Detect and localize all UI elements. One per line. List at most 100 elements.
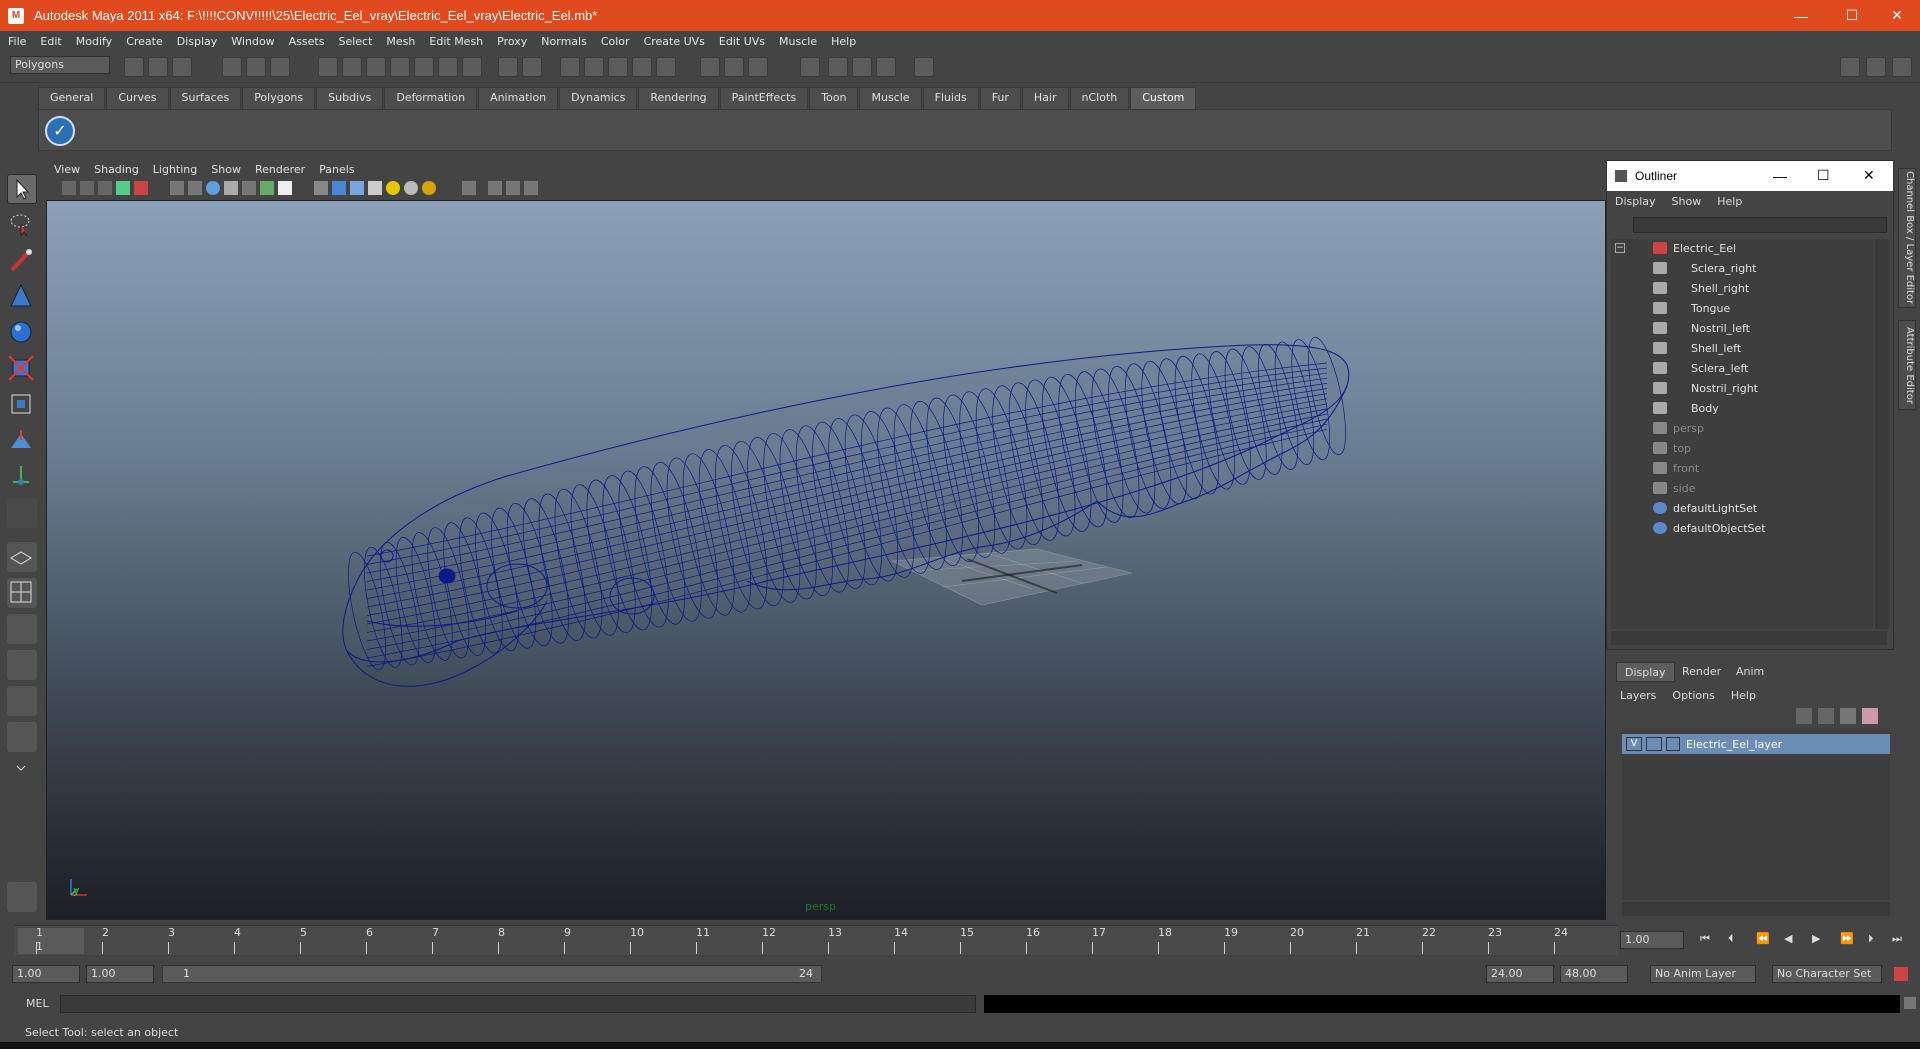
layer-tab-anim[interactable]: Anim bbox=[1728, 662, 1772, 682]
outliner-item[interactable]: side bbox=[1653, 479, 1696, 497]
outliner-item[interactable]: persp bbox=[1653, 419, 1704, 437]
lasso-tool-icon[interactable] bbox=[7, 210, 37, 240]
rotate-tool-icon[interactable] bbox=[7, 318, 37, 348]
shelf-tab-toon[interactable]: Toon bbox=[809, 87, 859, 109]
time-slider[interactable]: 1 1 2 3 4 5 6 7 8 9 10 11 12 13 14 15 16 17 18 19 20 21 22 23 2… bbox=[14, 925, 1618, 955]
safe-action-icon[interactable] bbox=[260, 181, 274, 195]
hypershade-icon[interactable] bbox=[800, 57, 820, 77]
step-forward-frame-icon[interactable]: ⏵ bbox=[1868, 932, 1874, 946]
new-layer-icon[interactable] bbox=[1796, 708, 1812, 724]
camera-select-icon[interactable] bbox=[62, 181, 76, 195]
layer-stack-icon[interactable] bbox=[1818, 708, 1834, 724]
select-tool-icon[interactable] bbox=[7, 174, 37, 204]
shelf-tab-hair[interactable]: Hair bbox=[1021, 87, 1069, 109]
step-back-key-icon[interactable]: ⏪ bbox=[1756, 932, 1770, 945]
menu-modify[interactable]: Modify bbox=[76, 35, 112, 48]
new-scene-icon[interactable] bbox=[124, 57, 144, 77]
menu-set-dropdown[interactable]: Polygons bbox=[10, 56, 110, 74]
outliner-item[interactable]: front bbox=[1653, 459, 1699, 477]
select-highlight-icon[interactable] bbox=[522, 57, 542, 77]
shelf-tab-fluids[interactable]: Fluids bbox=[922, 87, 979, 109]
layer-playback-toggle[interactable] bbox=[1646, 737, 1662, 751]
step-back-frame-icon[interactable]: ⏴ bbox=[1728, 932, 1734, 946]
playback-start-field[interactable]: 1.00 bbox=[86, 965, 154, 983]
four-view-layout-icon[interactable] bbox=[7, 578, 37, 608]
all-lights-icon[interactable] bbox=[404, 181, 418, 195]
outliner-menu-show[interactable]: Show bbox=[1672, 195, 1702, 208]
vp-menu-view[interactable]: View bbox=[54, 163, 80, 176]
menu-edit-mesh[interactable]: Edit Mesh bbox=[429, 35, 483, 48]
outliner-item[interactable]: Sclera_left bbox=[1653, 359, 1748, 377]
go-to-end-icon[interactable]: ⏭ bbox=[1892, 932, 1902, 946]
default-lighting-icon[interactable] bbox=[386, 181, 400, 195]
vp-menu-show[interactable]: Show bbox=[211, 163, 241, 176]
select-hierarchy-icon[interactable] bbox=[222, 57, 242, 77]
persp-graph-layout-icon[interactable] bbox=[7, 650, 37, 680]
script-editor-icon[interactable] bbox=[1904, 997, 1916, 1009]
eel-wireframe-model[interactable] bbox=[47, 201, 1606, 920]
menu-assets[interactable]: Assets bbox=[289, 35, 325, 48]
outliner-item[interactable]: Electric_Eel bbox=[1653, 239, 1736, 257]
clapper-icon[interactable] bbox=[828, 57, 848, 77]
paint-select-tool-icon[interactable] bbox=[7, 246, 37, 276]
snap-curve-icon[interactable] bbox=[342, 57, 362, 77]
hypershade-layout-icon[interactable] bbox=[7, 686, 37, 716]
collapse-toggle-icon[interactable]: − bbox=[1615, 243, 1625, 253]
shelf-tab-fur[interactable]: Fur bbox=[979, 87, 1021, 109]
outliner-item[interactable]: defaultObjectSet bbox=[1653, 519, 1766, 537]
move-tool-icon[interactable] bbox=[7, 282, 37, 312]
menu-select[interactable]: Select bbox=[338, 35, 372, 48]
soft-mod-tool-icon[interactable] bbox=[7, 426, 37, 456]
outliner-perspective-layout-icon[interactable] bbox=[7, 614, 37, 644]
layout-chevron-icon[interactable] bbox=[7, 758, 37, 778]
step-forward-key-icon[interactable]: ⏩ bbox=[1840, 932, 1854, 945]
shelf-tab-polygons[interactable]: Polygons bbox=[242, 87, 316, 109]
universal-manipulator-icon[interactable] bbox=[7, 390, 37, 420]
single-perspective-layout-icon[interactable] bbox=[7, 542, 37, 572]
render-settings-icon[interactable] bbox=[748, 57, 768, 77]
playback-end-field[interactable]: 24.00 bbox=[1486, 965, 1554, 983]
construction-history-icon[interactable] bbox=[608, 57, 628, 77]
image-plane-icon[interactable] bbox=[116, 181, 130, 195]
shelf-tab-muscle[interactable]: Muscle bbox=[859, 87, 922, 109]
bookmark-icon[interactable] bbox=[98, 181, 112, 195]
outliner-close-button[interactable]: ✕ bbox=[1863, 167, 1875, 184]
wireframe-shading-icon[interactable] bbox=[314, 181, 328, 195]
field-chart-icon[interactable] bbox=[242, 181, 256, 195]
render-view-icon[interactable] bbox=[852, 57, 872, 77]
textured-icon[interactable] bbox=[368, 181, 382, 195]
shelf-side-controls[interactable] bbox=[10, 87, 36, 151]
outliner-item[interactable]: Tongue bbox=[1653, 299, 1730, 317]
outliner-horizontal-scrollbar[interactable] bbox=[1611, 631, 1887, 645]
lock-icon[interactable] bbox=[498, 57, 518, 77]
shelf-tab-custom[interactable]: Custom bbox=[1130, 87, 1197, 109]
resolution-gate-icon[interactable] bbox=[206, 181, 220, 195]
current-frame-marker[interactable] bbox=[18, 928, 84, 954]
graph-icon[interactable] bbox=[876, 57, 896, 77]
character-set-dropdown[interactable]: No Character Set bbox=[1772, 965, 1882, 983]
command-input[interactable] bbox=[60, 995, 976, 1013]
attribute-editor-toggle-icon[interactable] bbox=[1866, 57, 1886, 77]
layer-menu-options[interactable]: Options bbox=[1672, 689, 1714, 702]
outliner-item[interactable]: Shell_left bbox=[1653, 339, 1741, 357]
vp-menu-renderer[interactable]: Renderer bbox=[255, 163, 305, 176]
range-bar[interactable]: 1 24 bbox=[162, 965, 822, 983]
end-time-field[interactable]: 48.00 bbox=[1560, 965, 1628, 983]
go-to-start-icon[interactable]: ⏮ bbox=[1700, 932, 1710, 946]
2d-pan-zoom-icon[interactable] bbox=[134, 181, 148, 195]
outliner-maximize-button[interactable]: ☐ bbox=[1817, 167, 1830, 184]
menu-mesh[interactable]: Mesh bbox=[386, 35, 415, 48]
render-region-icon[interactable] bbox=[656, 57, 676, 77]
shelf-tab-dynamics[interactable]: Dynamics bbox=[559, 87, 638, 109]
save-scene-icon[interactable] bbox=[172, 57, 192, 77]
outliner-item[interactable]: defaultLightSet bbox=[1653, 499, 1757, 517]
render-current-icon[interactable] bbox=[700, 57, 720, 77]
shelf-tab-ncloth[interactable]: nCloth bbox=[1069, 87, 1130, 109]
layer-menu-help[interactable]: Help bbox=[1731, 689, 1756, 702]
shelf-tab-surfaces[interactable]: Surfaces bbox=[169, 87, 242, 109]
layer-star-icon[interactable] bbox=[1862, 708, 1878, 724]
maximize-button[interactable]: ☐ bbox=[1829, 0, 1875, 31]
outliner-item[interactable]: Sclera_right bbox=[1653, 259, 1756, 277]
vp-menu-lighting[interactable]: Lighting bbox=[153, 163, 197, 176]
menu-edit-uvs[interactable]: Edit UVs bbox=[719, 35, 765, 48]
